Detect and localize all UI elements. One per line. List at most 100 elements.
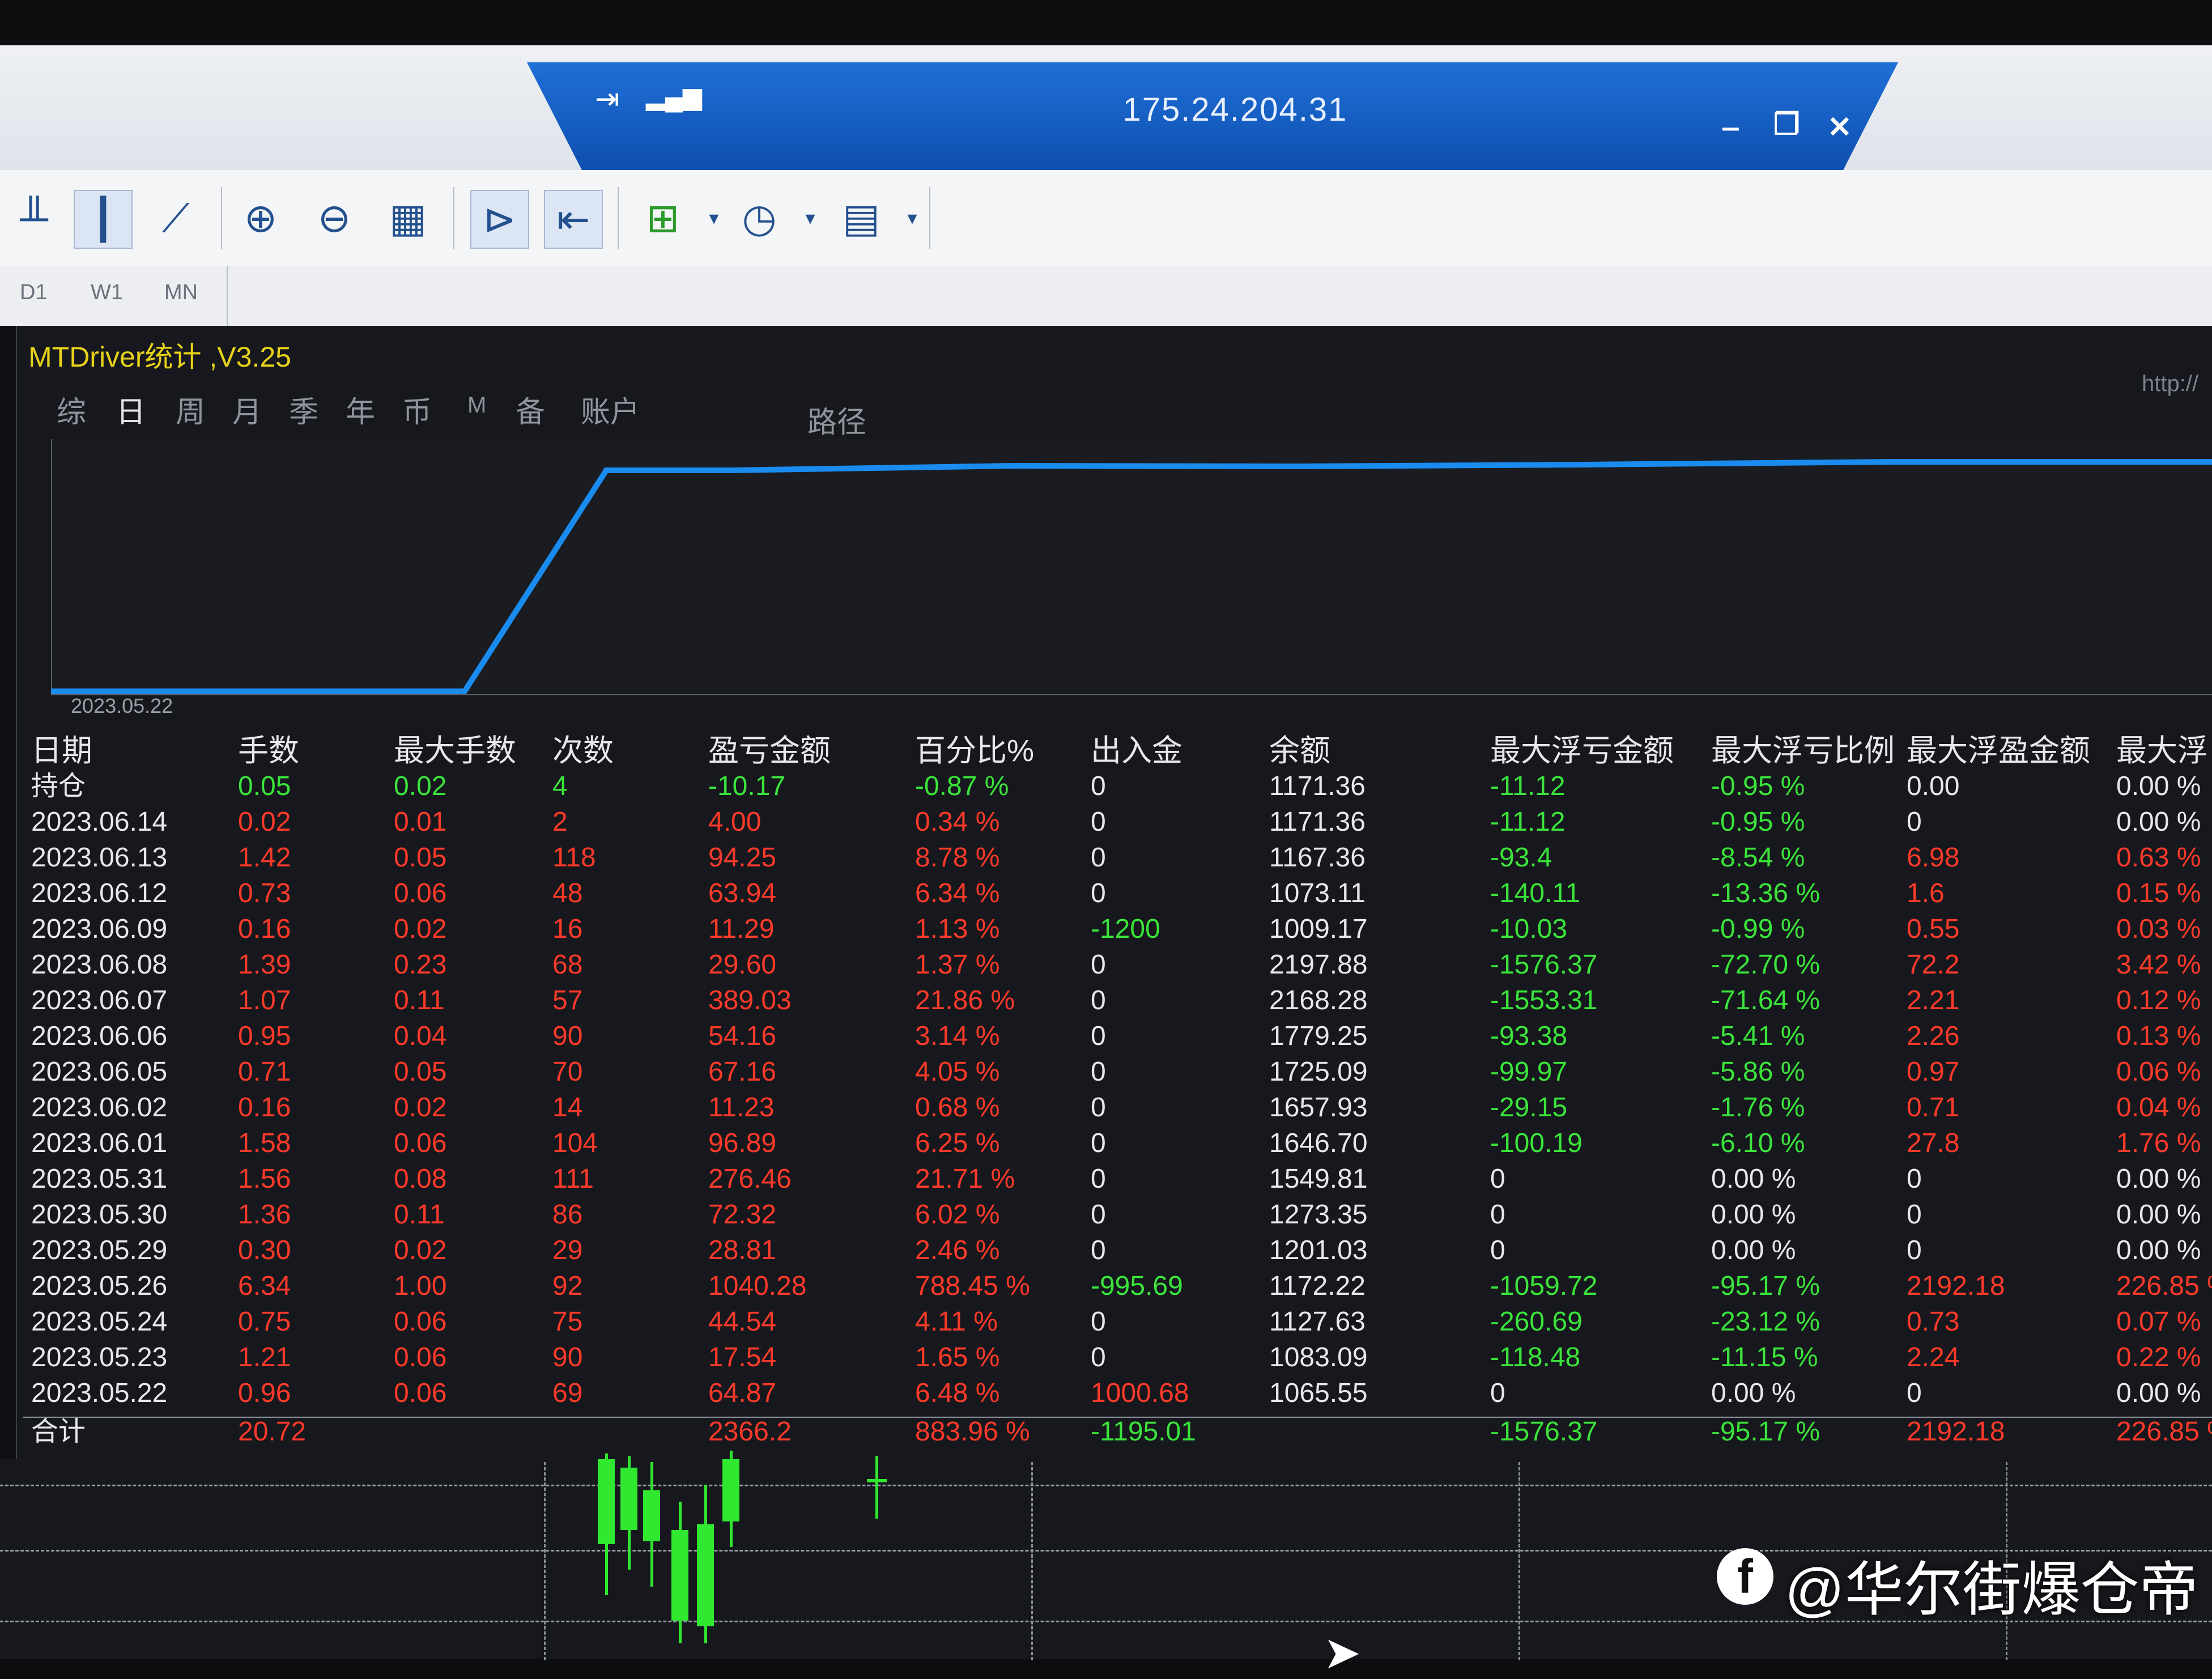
tab-quarter[interactable]: 季: [289, 388, 318, 431]
cell-deposit: 0: [1091, 807, 1106, 837]
cell-max-float-profit-pct: 0.03 %: [2116, 914, 2201, 944]
cell-max-float-profit-pct: 226.85 %: [2116, 1271, 2212, 1301]
cell-trades: 57: [552, 985, 583, 1015]
total-percent: 883.96 %: [915, 1417, 1030, 1447]
tab-account[interactable]: 账户: [581, 388, 640, 431]
cell-percent: 0.68 %: [915, 1093, 1000, 1123]
cell-pnl: 276.46: [708, 1164, 792, 1194]
timeframe-bar: D1 W1 MN: [0, 266, 2212, 327]
cell-lots: 1.07: [238, 985, 291, 1015]
cell-date: 2023.06.07: [31, 985, 168, 1015]
cell-percent: 6.48 %: [915, 1378, 1000, 1408]
cell-max-lots: 0.05: [394, 843, 447, 873]
indicator-url[interactable]: http://: [2142, 371, 2198, 397]
timeframe-mn[interactable]: MN: [164, 280, 198, 305]
zoom-in-icon[interactable]: ⊕: [232, 190, 289, 246]
cell-deposit: 0: [1091, 1200, 1106, 1230]
tab-week[interactable]: 周: [176, 388, 205, 431]
candlestick-icon[interactable]: ┃: [74, 190, 133, 249]
cell-pnl: 67.16: [708, 1057, 777, 1087]
cell-max-float-loss-pct: -72.70 %: [1711, 950, 1820, 980]
bar-chart-icon[interactable]: ╨: [6, 190, 62, 246]
total-separator: [23, 1417, 2212, 1418]
header-trades: 次数: [552, 734, 614, 768]
toolbar-separator: [453, 187, 454, 249]
tab-day[interactable]: 日: [116, 388, 146, 431]
cell-max-float-loss-pct: -8.54 %: [1711, 843, 1805, 873]
toolbar-separator: [221, 187, 222, 249]
cell-balance: 2168.28: [1269, 985, 1368, 1015]
cell-trades: 2: [552, 807, 568, 837]
cell-pnl: 96.89: [708, 1128, 777, 1158]
cell-max-float-loss-pct: -0.95 %: [1711, 771, 1805, 801]
cell-date: 2023.05.22: [31, 1378, 168, 1408]
cell-date: 2023.05.30: [31, 1200, 168, 1230]
restore-button[interactable]: ❐: [1773, 108, 1800, 142]
header-max-float-loss: 最大浮亏金额: [1490, 734, 1674, 768]
cell-percent: 4.11 %: [915, 1307, 998, 1337]
tab-notes[interactable]: 备: [516, 388, 545, 431]
cell-trades: 118: [552, 843, 596, 873]
timeframe-w1[interactable]: W1: [91, 280, 123, 305]
cell-date: 2023.06.09: [31, 914, 168, 944]
candle: [697, 1524, 714, 1626]
cell-max-float-loss: -1553.31: [1490, 985, 1598, 1015]
cell-lots: 0.71: [238, 1057, 291, 1087]
indicators-icon[interactable]: ⊞: [635, 190, 691, 246]
total-max-float-profit: 2192.18: [1907, 1417, 2005, 1447]
cell-max-float-profit-pct: 0.12 %: [2116, 985, 2201, 1015]
cell-trades: 111: [552, 1164, 594, 1194]
tab-magic[interactable]: M: [467, 393, 486, 418]
tab-year[interactable]: 年: [346, 388, 375, 431]
cell-max-lots: 0.08: [394, 1164, 447, 1194]
cell-date: 2023.05.24: [31, 1307, 168, 1337]
periods-icon[interactable]: ◷: [731, 190, 788, 246]
chart-left-strip: [0, 326, 17, 1459]
header-max-float-loss-pct: 最大浮亏比例: [1711, 734, 1895, 768]
periods-dropdown-icon[interactable]: ▾: [782, 190, 839, 246]
cell-max-float-profit: 0: [1907, 1378, 1922, 1408]
cell-max-float-loss: -1576.37: [1490, 950, 1598, 980]
cell-max-float-loss: -100.19: [1490, 1128, 1583, 1158]
cell-max-float-profit-pct: 3.42 %: [2116, 950, 2201, 980]
tab-month[interactable]: 月: [232, 388, 262, 431]
tab-summary[interactable]: 综: [57, 388, 86, 431]
templates-dropdown-icon[interactable]: ▾: [884, 190, 941, 246]
tile-windows-icon[interactable]: ▦: [380, 190, 436, 246]
cell-max-float-profit: 0.71: [1907, 1093, 1960, 1123]
cell-deposit: 0: [1091, 1307, 1106, 1337]
cell-max-float-loss: -93.38: [1490, 1021, 1568, 1051]
line-chart-icon[interactable]: ⟋: [147, 190, 204, 246]
cell-max-float-loss: -260.69: [1490, 1307, 1583, 1337]
grid-line: [1031, 1462, 1033, 1660]
pin-icon[interactable]: ⇥: [595, 82, 620, 116]
signal-icon: ▂▄▆: [646, 83, 702, 110]
cell-date: 2023.06.02: [31, 1093, 168, 1123]
tab-currency[interactable]: 币: [402, 388, 432, 431]
auto-scroll-icon[interactable]: ⊳: [470, 190, 529, 249]
zoom-out-icon[interactable]: ⊖: [306, 190, 363, 246]
close-button[interactable]: ✕: [1827, 110, 1852, 144]
timeframe-d1[interactable]: D1: [20, 280, 48, 305]
cell-lots: 0.75: [238, 1307, 291, 1337]
cell-max-float-profit-pct: 0.15 %: [2116, 878, 2201, 908]
minimize-button[interactable]: ‒: [1722, 110, 1739, 144]
tab-path[interactable]: 路径: [807, 398, 866, 441]
cell-max-float-profit: 2192.18: [1907, 1271, 2005, 1301]
cell-max-float-loss-pct: -95.17 %: [1711, 1271, 1820, 1301]
cell-max-float-profit: 0.73: [1907, 1307, 1960, 1337]
cell-percent: 6.02 %: [915, 1200, 1000, 1230]
cell-max-float-profit-pct: 0.00 %: [2116, 771, 2201, 801]
header-balance: 余额: [1269, 734, 1330, 768]
cell-pnl: 11.29: [708, 914, 775, 944]
cell-max-float-profit-pct: 1.76 %: [2116, 1128, 2201, 1158]
templates-icon[interactable]: ▤: [833, 190, 890, 246]
cell-balance: 1779.25: [1269, 1021, 1368, 1051]
chart-shift-icon[interactable]: ⇤: [544, 190, 603, 249]
grid-line: [0, 1485, 2212, 1486]
cell-max-float-profit-pct: 0.63 %: [2116, 843, 2201, 873]
cell-max-float-loss: 0: [1490, 1200, 1505, 1230]
cell-deposit: -1200: [1091, 914, 1160, 944]
cell-pnl: 29.60: [708, 950, 777, 980]
cell-pnl: -10.17: [708, 771, 786, 801]
